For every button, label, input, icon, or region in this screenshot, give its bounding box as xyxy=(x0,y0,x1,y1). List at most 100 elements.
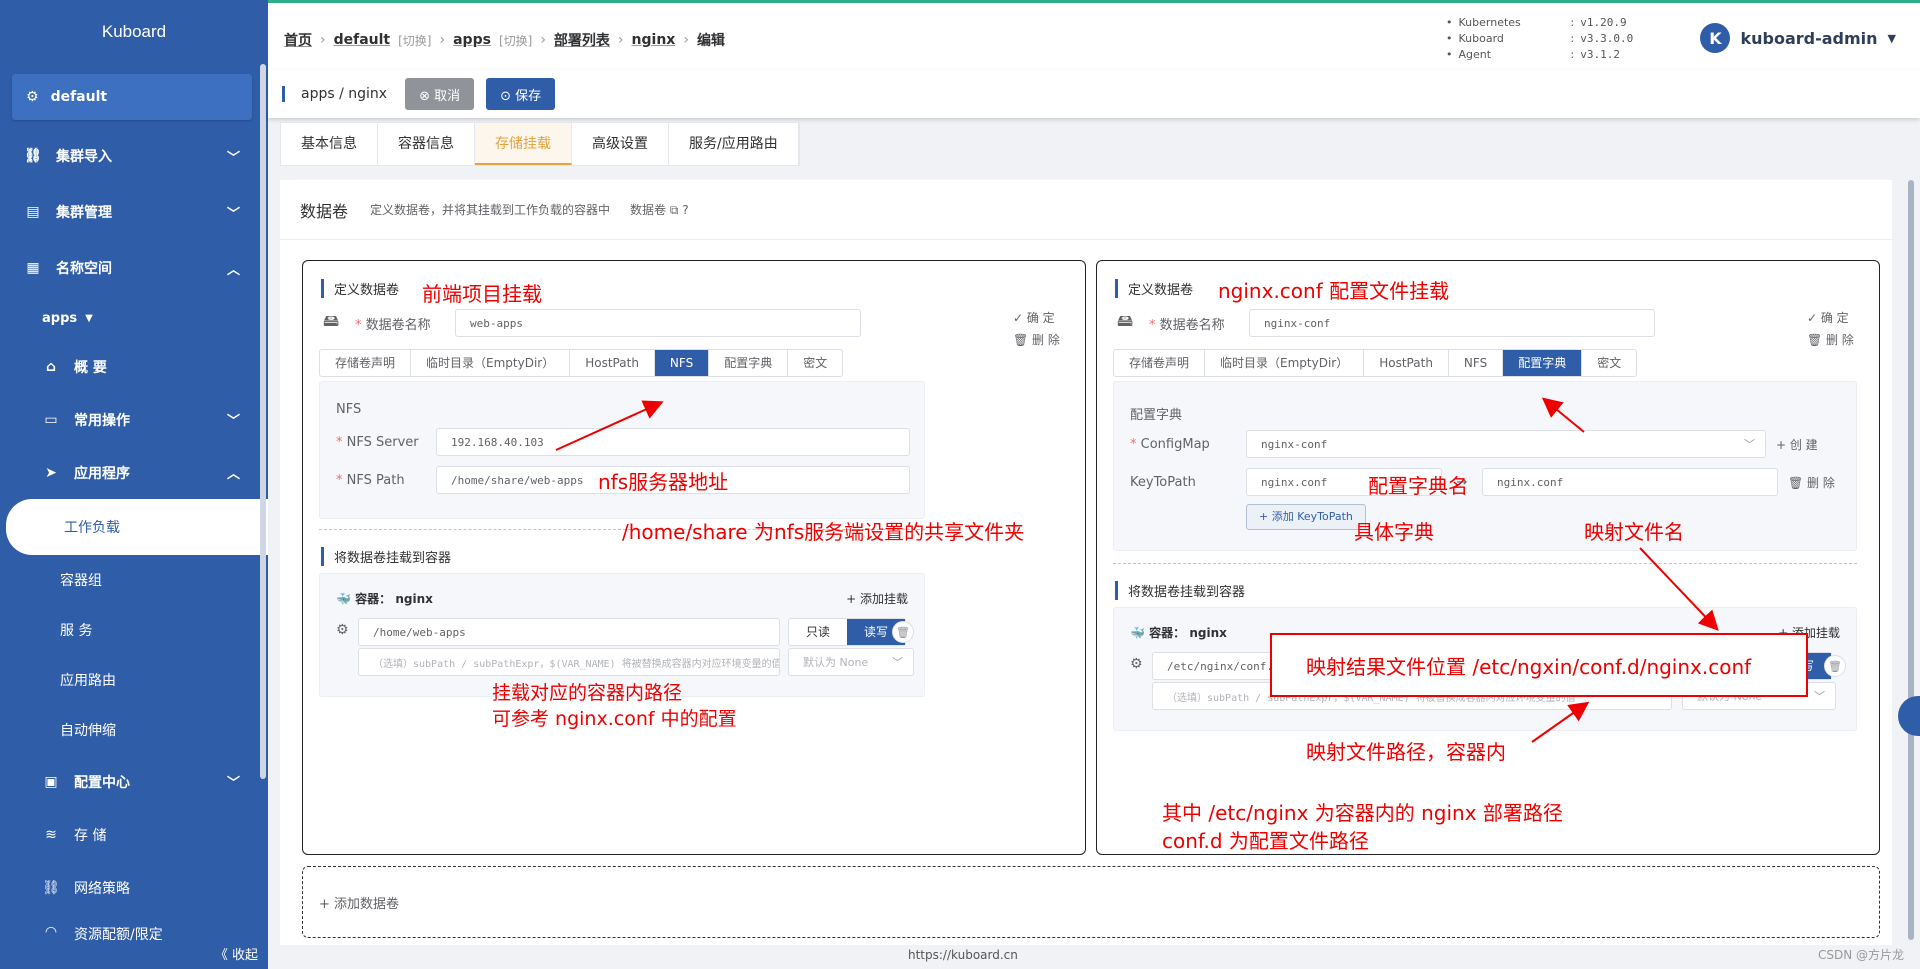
tab-storage[interactable]: 存储挂载 xyxy=(475,123,572,165)
path-input[interactable]: nginx.conf xyxy=(1482,468,1778,496)
type-emptydir[interactable]: 临时目录（EmptyDir） xyxy=(1205,350,1365,376)
annotation-result: 映射结果文件位置 /etc/ngxin/conf.d/nginx.conf xyxy=(1306,654,1752,679)
configmap-select[interactable]: nginx-conf ﹀ xyxy=(1246,430,1766,458)
sidebar-item-namespace[interactable]: ▦ 名称空间 ︿ xyxy=(0,240,268,296)
chevron-down-icon: ﹀ xyxy=(226,776,240,791)
annotation-key: 具体字典 xyxy=(1354,520,1434,544)
confirm-button[interactable]: ✓ 确 定 xyxy=(1807,309,1849,326)
chevron-up-icon: ︿ xyxy=(226,467,240,482)
crumb-workload[interactable]: nginx xyxy=(632,32,676,48)
crumb-namespace[interactable]: apps xyxy=(453,32,491,48)
tab-service-route[interactable]: 服务/应用路由 xyxy=(669,123,799,165)
sidebar-item-cluster-manage[interactable]: ▤ 集群管理 ﹀ xyxy=(0,184,268,240)
footer-link[interactable]: https://kuboard.cn xyxy=(908,948,1018,962)
propagation-select[interactable]: 默认为 None﹀ xyxy=(788,648,914,676)
type-pvc[interactable]: 存储卷声明 xyxy=(1114,350,1206,376)
link-icon: ⛓ xyxy=(24,148,42,164)
trash-icon[interactable]: 🗑 xyxy=(1824,655,1846,677)
sidebar-item-cluster-import[interactable]: ⛓ 集群导入 ﹀ xyxy=(0,128,268,184)
collapse-button[interactable]: 《 收起 xyxy=(215,944,258,963)
type-hostpath[interactable]: HostPath xyxy=(570,350,655,376)
sidebar-item-applications[interactable]: ➤ 应用程序 ︿ xyxy=(0,446,268,499)
settings-icon[interactable]: ⚙ xyxy=(1130,656,1143,672)
annotation-result-box: 映射结果文件位置 /etc/ngxin/conf.d/nginx.conf xyxy=(1270,633,1808,697)
gear-icon: ⚙ xyxy=(26,89,39,105)
folder-icon: ▭ xyxy=(44,411,58,428)
delete-button[interactable]: 🗑 删 除 xyxy=(1807,331,1854,348)
chevron-right-icon: › xyxy=(540,32,546,48)
sidebar-item-quota[interactable]: ◠ 资源配额/限定 xyxy=(0,914,268,944)
volume-card-web-apps: 定义数据卷 🖴 * 数据卷名称 web-apps ✓ 确 定 🗑 删 除 存储卷… xyxy=(302,260,1086,855)
crumb-home[interactable]: 首页 xyxy=(284,30,312,50)
user-menu[interactable]: K kuboard-admin ▼ xyxy=(1700,23,1896,53)
sidebar-item-services[interactable]: 服 务 xyxy=(0,605,268,655)
trash-icon[interactable]: 🗑 xyxy=(892,621,914,643)
save-button[interactable]: ⊙ 保存 xyxy=(486,78,556,110)
cancel-button[interactable]: ⊗ 取消 xyxy=(405,78,475,110)
annotation-nginx-conf: nginx.conf 配置文件挂载 xyxy=(1218,279,1450,303)
tab-advanced[interactable]: 高级设置 xyxy=(572,123,669,165)
add-volume-button[interactable]: + 添加数据卷 xyxy=(302,866,1880,938)
subpath-input[interactable]: （选填）subPath / subPathExpr，$(VAR_NAME) 将被… xyxy=(358,648,780,676)
switch-namespace-link[interactable]: [切换] xyxy=(499,32,532,49)
type-emptydir[interactable]: 临时目录（EmptyDir） xyxy=(411,350,571,376)
volume-name-row: 🖴 * 数据卷名称 nginx-conf xyxy=(1117,309,1655,337)
version-info: • Kubernetes: v1.20.9 • Kuboard: v3.3.0.0 • A… xyxy=(1446,16,1634,61)
readonly-option[interactable]: 只读 xyxy=(789,619,847,645)
sidebar-item-autoscale[interactable]: 自动伸缩 xyxy=(0,705,268,755)
sidebar-item-network-policy[interactable]: ⛓ 网络策略 xyxy=(0,861,268,914)
settings-icon[interactable]: ⚙ xyxy=(336,622,349,638)
switch-cluster-link[interactable]: [切换] xyxy=(398,32,431,49)
action-bar: apps / nginx ⊗ 取消 ⊙ 保存 xyxy=(268,70,1920,118)
sidebar-item-common-ops[interactable]: ▭ 常用操作 ﹀ xyxy=(0,393,268,446)
crumb-cluster[interactable]: default xyxy=(334,32,391,48)
chevron-down-icon: ﹀ xyxy=(892,656,903,669)
sidebar-item-config-center[interactable]: ▣ 配置中心 ﹀ xyxy=(0,755,268,808)
annotation-nfs-path: /home/share 为nfs服务端设置的共享文件夹 xyxy=(622,520,1025,544)
chevron-down-icon: ﹀ xyxy=(1744,438,1755,451)
docs-link[interactable]: 数据卷 ⧉ ? xyxy=(630,201,689,218)
type-configmap[interactable]: 配置字典 xyxy=(1503,350,1583,376)
sidebar-item-storage[interactable]: ≋ 存 储 xyxy=(0,808,268,861)
sidebar: Kuboard ⚙ default ⛓ 集群导入 ﹀ ▤ 集群管理 ﹀ ▦ 名称空间 ︿ a… xyxy=(0,0,268,969)
add-keytopath-button[interactable]: + 添加 KeyToPath xyxy=(1246,504,1366,530)
tab-containers[interactable]: 容器信息 xyxy=(378,123,475,165)
nfs-server-input[interactable]: 192.168.40.103 xyxy=(436,428,910,456)
type-nfs[interactable]: NFS xyxy=(654,350,710,376)
namespace-selector[interactable]: apps ▼ xyxy=(0,296,268,340)
nfs-title: NFS xyxy=(336,402,362,417)
type-configmap[interactable]: 配置字典 xyxy=(709,350,789,376)
sidebar-item-overview[interactable]: ⌂ 概 要 xyxy=(0,340,268,393)
add-mount-button[interactable]: + 添加挂载 xyxy=(846,590,908,607)
type-pvc[interactable]: 存储卷声明 xyxy=(320,350,412,376)
server-icon: ▤ xyxy=(26,204,40,220)
chat-bubble-icon[interactable] xyxy=(1898,696,1920,736)
type-nfs[interactable]: NFS xyxy=(1449,350,1504,376)
mount-title: 将数据卷挂载到容器 xyxy=(321,547,451,566)
page-scrollbar[interactable] xyxy=(1908,180,1914,940)
mount-path-input[interactable]: /home/web-apps xyxy=(358,618,780,646)
chevron-right-icon: › xyxy=(683,32,689,48)
sidebar-item-workloads[interactable]: 工作负载 xyxy=(6,499,268,555)
type-secret[interactable]: 密文 xyxy=(788,350,842,376)
delete-button[interactable]: 🗑 删 除 xyxy=(1013,331,1060,348)
container-name: 容器： nginx xyxy=(1149,626,1227,640)
create-configmap-button[interactable]: + 创 建 xyxy=(1776,436,1818,453)
confirm-button[interactable]: ✓ 确 定 xyxy=(1013,309,1055,326)
cluster-selector[interactable]: ⚙ default xyxy=(12,74,252,120)
configmap-box: 配置字典 * ConfigMap nginx-conf ﹀ + 创 建 KeyTo… xyxy=(1113,381,1857,551)
chevron-right-icon: › xyxy=(320,32,326,48)
avatar: K xyxy=(1700,23,1731,53)
tab-basic[interactable]: 基本信息 xyxy=(281,123,378,165)
sidebar-item-ingress[interactable]: 应用路由 xyxy=(0,655,268,705)
volume-name-input[interactable]: web-apps xyxy=(455,309,861,337)
sidebar-item-pods[interactable]: 容器组 xyxy=(0,555,268,605)
crumb-deploy-list[interactable]: 部署列表 xyxy=(554,30,610,50)
sidebar-scrollbar[interactable] xyxy=(260,64,266,779)
volume-type-selector: 存储卷声明 临时目录（EmptyDir） HostPath NFS 配置字典 密… xyxy=(319,349,844,377)
type-secret[interactable]: 密文 xyxy=(1582,350,1636,376)
delete-ktp-button[interactable]: 🗑 删 除 xyxy=(1788,474,1835,491)
volume-name-input[interactable]: nginx-conf xyxy=(1249,309,1655,337)
type-hostpath[interactable]: HostPath xyxy=(1364,350,1449,376)
watermark: CSDN @方片龙 xyxy=(1817,948,1904,962)
